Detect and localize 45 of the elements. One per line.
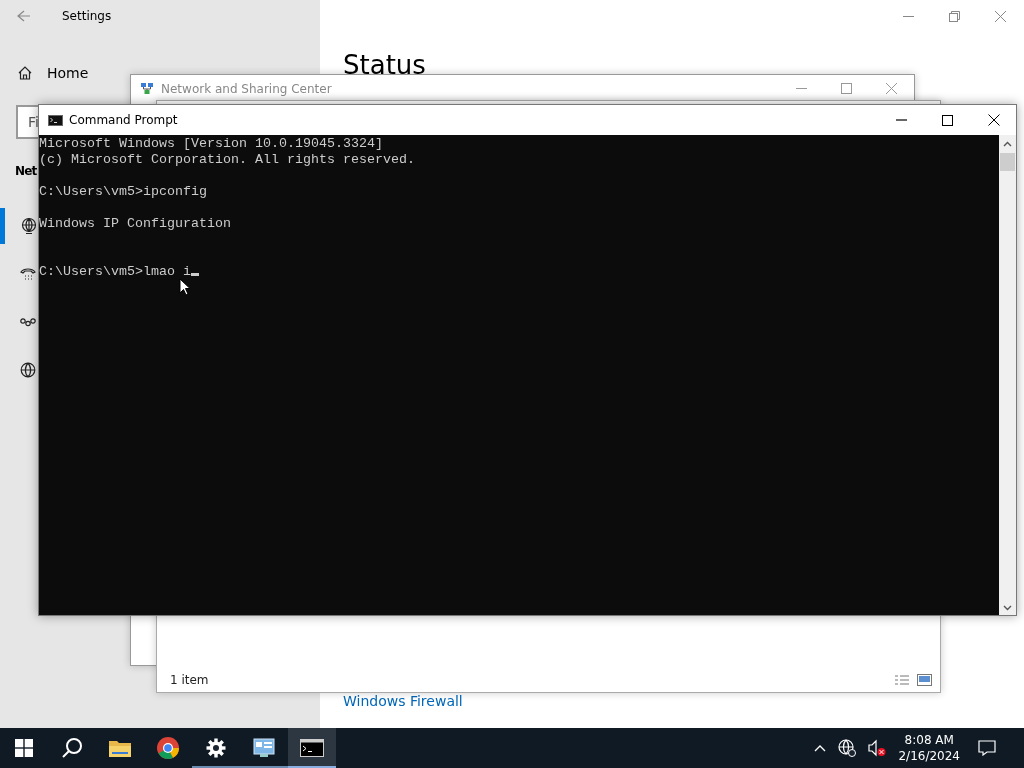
- status-text: 1 item: [170, 673, 209, 687]
- home-nav-item[interactable]: Home: [17, 57, 89, 89]
- maximize-icon[interactable]: [942, 114, 953, 126]
- terminal-icon: [48, 114, 63, 126]
- browser-icon: [156, 736, 180, 760]
- window-title: Command Prompt: [69, 113, 178, 127]
- terminal-icon: [300, 739, 324, 757]
- globe-monitor-icon: [20, 217, 38, 235]
- scroll-thumb[interactable]: [1000, 153, 1015, 171]
- restore-icon[interactable]: [949, 10, 960, 22]
- windows-icon: [15, 739, 33, 757]
- scrollbar[interactable]: [999, 135, 1016, 615]
- home-icon: [17, 65, 33, 81]
- notification-icon[interactable]: [978, 740, 996, 756]
- chevron-up-icon[interactable]: [814, 744, 827, 752]
- close-icon[interactable]: [988, 114, 1000, 126]
- window-title: Network and Sharing Center: [161, 81, 332, 96]
- search-field[interactable]: Fi: [16, 105, 38, 139]
- phone-icon: [20, 267, 36, 281]
- network-icon: [140, 81, 154, 96]
- link-icon: [20, 317, 36, 327]
- folder-icon: [108, 738, 132, 758]
- console-line: Windows IP Configuration: [39, 216, 231, 231]
- page-title: Status: [343, 50, 427, 80]
- back-arrow-icon[interactable]: [17, 10, 31, 22]
- control-panel-icon: [253, 738, 275, 758]
- window-title: Settings: [62, 9, 112, 23]
- windows-firewall-link[interactable]: Windows Firewall: [343, 693, 463, 709]
- gear-icon: [206, 738, 226, 758]
- console-line: C:\Users\vm5>ipconfig: [39, 184, 207, 199]
- console-line: (c) Microsoft Corporation. All rights reserved.: [39, 152, 415, 167]
- tiles-view-icon[interactable]: [917, 674, 932, 686]
- minimize-icon[interactable]: [903, 15, 914, 17]
- console-line: Microsoft Windows [Version 10.0.19045.3324]: [39, 136, 383, 151]
- mouse-pointer-icon: [179, 278, 191, 296]
- scroll-down-icon[interactable]: [1003, 605, 1012, 611]
- search-icon: [61, 737, 83, 759]
- clock[interactable]: 8:08 AM 2/16/2024: [898, 732, 960, 764]
- console-line: C:\Users\vm5>lmao i: [39, 264, 191, 279]
- taskbar-button[interactable]: [288, 728, 336, 768]
- section-heading: Net: [15, 164, 37, 178]
- globe-icon: [20, 362, 36, 378]
- globe-icon[interactable]: [838, 739, 857, 757]
- speaker-muted-icon[interactable]: [868, 739, 887, 757]
- scroll-up-icon[interactable]: [1003, 141, 1012, 147]
